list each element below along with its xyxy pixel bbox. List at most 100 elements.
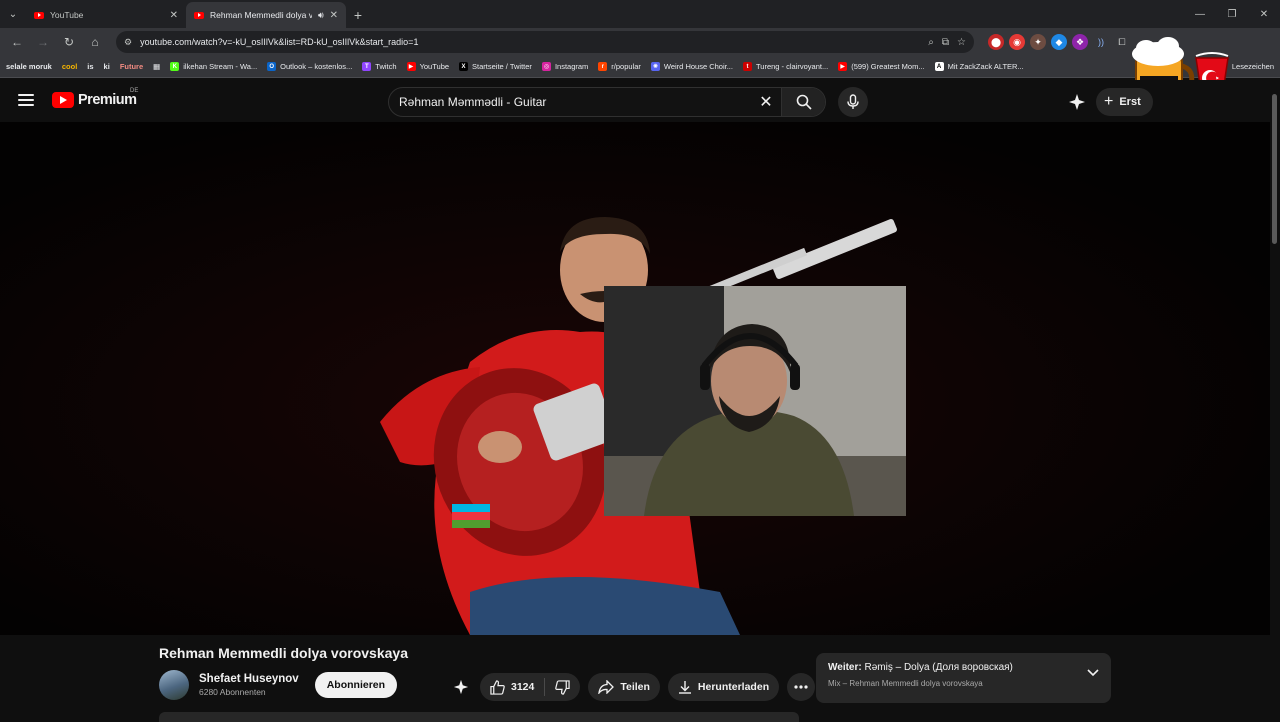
- close-window-icon[interactable]: ✕: [1248, 0, 1280, 28]
- bookmark-item[interactable]: Future: [120, 62, 143, 71]
- search-input[interactable]: Rəhman Məmmədli - Guitar: [389, 95, 751, 109]
- bookmark-favicon-icon: ✺: [650, 62, 660, 71]
- bookmark-item[interactable]: Kilkehan Stream - Wa...: [170, 62, 257, 71]
- bookmark-item[interactable]: ▶ YouTube: [406, 62, 450, 71]
- bookmark-item[interactable]: cool: [62, 62, 77, 71]
- tab-search-icon[interactable]: ⌄: [0, 0, 26, 28]
- omnibox[interactable]: ⚙ youtube.com/watch?v=-kU_osIIlVk&list=R…: [116, 31, 974, 53]
- up-next-title: Rəmiş – Dolya (Доля воровская): [864, 662, 1013, 673]
- reload-icon[interactable]: ↻: [58, 31, 80, 53]
- site-info-icon[interactable]: ⚙: [124, 37, 132, 48]
- bookmark-star-icon[interactable]: ☆: [957, 37, 966, 48]
- bookmark-item[interactable]: t Tureng - clairvoyant...: [742, 62, 828, 71]
- subscribe-button[interactable]: Abonnieren: [314, 672, 398, 698]
- bookmark-label: YouTube: [419, 62, 450, 71]
- close-tab-icon[interactable]: ✕: [170, 10, 178, 21]
- region-code: DE: [130, 88, 139, 94]
- bookmark-label: Weird House Choir...: [663, 62, 733, 71]
- bookmark-favicon-icon: t: [742, 62, 752, 71]
- channel-avatar[interactable]: [159, 670, 189, 700]
- minimize-icon[interactable]: —: [1184, 0, 1216, 28]
- bookmark-item[interactable]: ▶ (599) Greatest Mom...: [838, 62, 925, 71]
- back-icon[interactable]: ←: [6, 31, 28, 53]
- extension-icon[interactable]: ⬤: [988, 34, 1004, 50]
- header-actions: + Erst: [1068, 88, 1153, 116]
- search-button[interactable]: [781, 88, 825, 116]
- bookmarks-bar: selale moruk cool is ki Future ▦ Kilkehan Stre…: [0, 56, 1280, 78]
- bookmark-item[interactable]: r r/popular: [598, 62, 641, 71]
- bookmark-label: ki: [103, 62, 110, 71]
- download-button[interactable]: Herunterladen: [667, 673, 780, 701]
- extension-icon[interactable]: ◉: [1009, 34, 1025, 50]
- like-button[interactable]: 3124: [480, 673, 544, 701]
- address-bar-row: ← → ↻ ⌂ ⚙ youtube.com/watch?v=-kU_osIIlV…: [0, 28, 1280, 56]
- bookmark-favicon-icon: r: [598, 62, 608, 71]
- forward-icon[interactable]: →: [32, 31, 54, 53]
- bookmark-item[interactable]: X Startseite / Twitter: [459, 62, 532, 71]
- bookmark-label: Mit ZackZack ALTER...: [947, 62, 1024, 71]
- home-icon[interactable]: ⌂: [84, 31, 106, 53]
- extension-icon[interactable]: ✦: [1030, 34, 1046, 50]
- apps-grid-icon[interactable]: ▦: [153, 62, 160, 71]
- page-scrollbar[interactable]: [1270, 80, 1280, 720]
- clear-search-icon[interactable]: ✕: [751, 92, 781, 112]
- streamer-webcam-feed: [604, 286, 906, 516]
- share-button[interactable]: Teilen: [588, 673, 660, 701]
- youtube-favicon-icon: [194, 11, 204, 19]
- scrollbar-thumb[interactable]: [1272, 94, 1277, 244]
- bookmark-item[interactable]: ◎ Instagram: [541, 62, 589, 71]
- bookmark-item[interactable]: T Twitch: [362, 62, 397, 71]
- tab-youtube[interactable]: YouTube ✕: [26, 2, 186, 28]
- search-box[interactable]: Rəhman Məmmədli - Guitar ✕: [388, 87, 826, 117]
- cast-icon[interactable]: ⧉: [942, 37, 949, 48]
- bookmark-label: (599) Greatest Mom...: [851, 62, 925, 71]
- bookmark-label: Future: [119, 62, 144, 71]
- more-horizontal-icon: [794, 685, 808, 689]
- youtube-masthead: Premium DE Rəhman Məmmədli - Guitar ✕ + …: [0, 80, 1280, 122]
- new-tab-button[interactable]: +: [346, 2, 370, 28]
- create-button[interactable]: + Erst: [1096, 88, 1153, 116]
- bookmark-label: cool: [61, 62, 78, 71]
- extensions-puzzle-icon[interactable]: ⧠: [1114, 34, 1130, 50]
- speaker-icon[interactable]: 🔊︎: [318, 10, 324, 21]
- url-text[interactable]: youtube.com/watch?v=-kU_osIIlVk&list=RD-…: [140, 37, 920, 47]
- bookmark-item[interactable]: selale moruk: [6, 62, 52, 71]
- bookmark-label: Instagram: [554, 62, 589, 71]
- ai-sparkle-icon: [453, 679, 469, 695]
- like-count: 3124: [511, 681, 535, 693]
- bookmark-item[interactable]: O Outlook – kostenlos...: [267, 62, 352, 71]
- bookmark-item[interactable]: ✺ Weird House Choir...: [650, 62, 733, 71]
- window-controls: — ❐ ✕: [1184, 0, 1280, 28]
- webcam-overlay: [604, 286, 906, 516]
- microphone-icon: [847, 94, 859, 109]
- close-tab-icon[interactable]: ✕: [330, 10, 338, 21]
- bookmark-favicon-icon: X: [459, 62, 469, 71]
- voice-search-button[interactable]: [838, 87, 868, 117]
- dislike-button[interactable]: [545, 673, 580, 701]
- extension-icon[interactable]: )): [1093, 34, 1109, 50]
- youtube-premium-logo[interactable]: Premium DE: [52, 88, 138, 108]
- bookmark-item[interactable]: ki: [104, 62, 110, 71]
- menu-icon[interactable]: [18, 94, 34, 106]
- bookmark-label: selale moruk: [6, 62, 52, 71]
- extension-icon[interactable]: ❖: [1072, 34, 1088, 50]
- more-actions-button[interactable]: [787, 673, 816, 701]
- extensions-row: ⬤ ◉ ✦ ◆ ❖ )) ⧠: [988, 34, 1130, 50]
- video-player[interactable]: [0, 122, 1270, 635]
- ask-ai-button[interactable]: [450, 673, 472, 701]
- ai-sparkle-icon[interactable]: [1068, 93, 1086, 111]
- bookmark-label: Startseite / Twitter: [472, 62, 532, 71]
- up-next-card[interactable]: Weiter: Rəmiş – Dolya (Доля воровская) M…: [816, 653, 1111, 703]
- bookmark-item[interactable]: is: [87, 62, 93, 71]
- youtube-favicon-icon: [34, 11, 44, 19]
- restore-icon[interactable]: ❐: [1216, 0, 1248, 28]
- tab-current-video[interactable]: Rehman Memmedli dolya v 🔊︎ ✕: [186, 2, 346, 28]
- description-box[interactable]: [159, 712, 799, 722]
- channel-name[interactable]: Shefaet Huseynov: [199, 673, 299, 685]
- logo-wordmark: Premium: [78, 92, 137, 108]
- zoom-icon[interactable]: ⌕: [928, 37, 934, 48]
- bookmark-favicon-icon: O: [267, 62, 277, 71]
- chevron-down-icon[interactable]: [1087, 669, 1099, 677]
- bookmark-item[interactable]: A Mit ZackZack ALTER...: [934, 62, 1024, 71]
- extension-icon[interactable]: ◆: [1051, 34, 1067, 50]
